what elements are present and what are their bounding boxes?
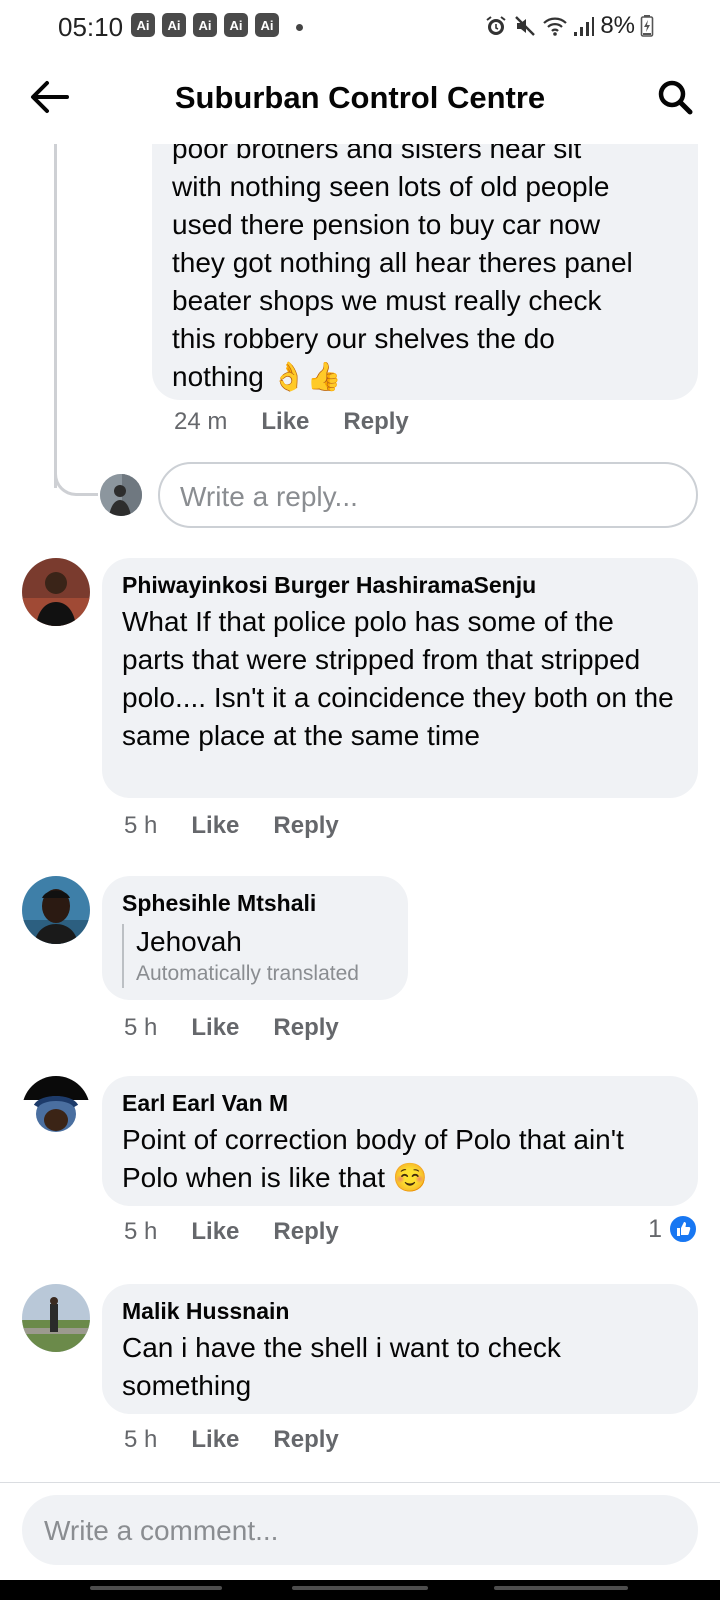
ai-badge-icon: Ai: [193, 13, 217, 37]
like-reaction-icon: [668, 1214, 698, 1244]
avatar[interactable]: [22, 876, 90, 944]
back-button[interactable]: [26, 74, 72, 120]
search-icon: [658, 80, 693, 115]
wifi-icon: [543, 17, 568, 36]
thread-line: [54, 144, 57, 488]
reaction-count: 1: [648, 1214, 662, 1243]
avatar[interactable]: [22, 1076, 90, 1144]
thread-line-curve: [54, 466, 98, 496]
reply-line: beater shops we must really check: [172, 285, 602, 316]
avatar[interactable]: [22, 1284, 90, 1352]
comment-author[interactable]: Sphesihle Mtshali: [122, 888, 388, 918]
ok-thumbs-emoji-icon: 👌👍: [271, 361, 342, 392]
status-bar: 05:10 Ai Ai Ai Ai Ai 8%: [0, 0, 720, 54]
ai-badge-group: Ai Ai Ai Ai Ai: [131, 13, 279, 37]
comment-age: 5 h: [124, 1426, 158, 1453]
ai-badge-icon: Ai: [131, 13, 155, 37]
comment-age: 5 h: [124, 812, 158, 839]
status-time: 05:10: [58, 12, 124, 42]
comment-author[interactable]: Earl Earl Van M: [122, 1088, 678, 1118]
comment-bubble[interactable]: Earl Earl Van M Point of correction body…: [102, 1076, 698, 1206]
comment-author[interactable]: Malik Hussnain: [122, 1296, 678, 1326]
like-button[interactable]: Like: [191, 1218, 239, 1246]
comment-age: 5 h: [124, 1218, 158, 1245]
search-button[interactable]: [652, 74, 698, 120]
alarm-icon: [486, 16, 506, 35]
recents-nav-handle[interactable]: [90, 1586, 222, 1590]
comment-text: Point of correction body of Polo that ai…: [122, 1124, 624, 1193]
status-icons: 8%: [484, 10, 654, 42]
comment-text: Can i have the shell i want to check som…: [122, 1332, 561, 1401]
comment-actions: 5 h Like Reply: [124, 1014, 339, 1042]
reply-button[interactable]: Reply: [273, 1014, 338, 1042]
reply-button[interactable]: Reply: [273, 1426, 338, 1454]
battery-charging-icon: [640, 15, 654, 37]
comment-actions: 5 h Like Reply: [124, 1426, 339, 1454]
reply-actions: 24 m Like Reply: [174, 408, 409, 436]
like-button[interactable]: Like: [191, 1426, 239, 1454]
page-title: Suburban Control Centre: [174, 80, 546, 115]
reply-button[interactable]: Reply: [343, 408, 408, 436]
reaction-summary[interactable]: 1: [648, 1214, 698, 1244]
comment-actions: 5 h Like Reply: [124, 812, 339, 840]
reply-button[interactable]: Reply: [273, 1218, 338, 1246]
reply-age: 24 m: [174, 408, 228, 435]
reply-bubble[interactable]: poor brothers and sisters hear sit with …: [152, 144, 698, 400]
translation-note[interactable]: Automatically translated: [136, 960, 388, 988]
comment-input[interactable]: Write a comment...: [22, 1495, 698, 1565]
comment-bubble[interactable]: Malik Hussnain Can i have the shell i wa…: [102, 1284, 698, 1414]
battery-percent: 8%: [600, 12, 635, 39]
comment-author[interactable]: Phiwayinkosi Burger HashiramaSenju: [122, 570, 678, 600]
home-nav-handle[interactable]: [292, 1586, 428, 1590]
arrow-left-icon: [31, 81, 69, 113]
app-header: Suburban Control Centre: [0, 54, 720, 144]
like-button[interactable]: Like: [261, 408, 309, 436]
comment-actions: 5 h Like Reply: [124, 1218, 339, 1246]
comment-age: 5 h: [124, 1014, 158, 1041]
like-button[interactable]: Like: [191, 812, 239, 840]
reply-line: with nothing seen lots of old people: [172, 171, 610, 202]
comment-bubble[interactable]: Sphesihle Mtshali Jehovah Automatically …: [102, 876, 408, 1000]
comment-bubble[interactable]: Phiwayinkosi Burger HashiramaSenju What …: [102, 558, 698, 798]
back-nav-handle[interactable]: [494, 1586, 628, 1590]
reply-line: this robbery our shelves the do: [172, 323, 555, 354]
comments-list[interactable]: poor brothers and sisters hear sit with …: [0, 144, 720, 1480]
ai-badge-icon: Ai: [224, 13, 248, 37]
comment-composer: Write a comment...: [0, 1482, 720, 1580]
ai-badge-icon: Ai: [162, 13, 186, 37]
mute-icon: [515, 16, 536, 36]
current-user-avatar: [100, 474, 142, 516]
reply-button[interactable]: Reply: [273, 812, 338, 840]
signal-icon: [574, 17, 595, 36]
reply-line: poor brothers and sisters hear sit: [172, 144, 582, 164]
translated-block: Jehovah Automatically translated: [122, 924, 388, 988]
smiling-face-emoji-icon: ☺️: [392, 1162, 428, 1193]
notification-dot-icon: [296, 24, 303, 31]
ai-badge-icon: Ai: [255, 13, 279, 37]
reply-line-text: nothing: [172, 361, 264, 392]
reply-line: they got nothing all hear theres panel: [172, 247, 633, 278]
avatar[interactable]: [22, 558, 90, 626]
reply-input[interactable]: Write a reply...: [158, 462, 698, 528]
comment-text: What If that police polo has some of the…: [122, 606, 674, 751]
comment-text: Jehovah: [136, 926, 242, 957]
reply-line: nothing 👌👍: [172, 358, 678, 396]
like-button[interactable]: Like: [191, 1014, 239, 1042]
system-nav-bar: [0, 1580, 720, 1600]
reply-line: used there pension to buy car now: [172, 209, 601, 240]
